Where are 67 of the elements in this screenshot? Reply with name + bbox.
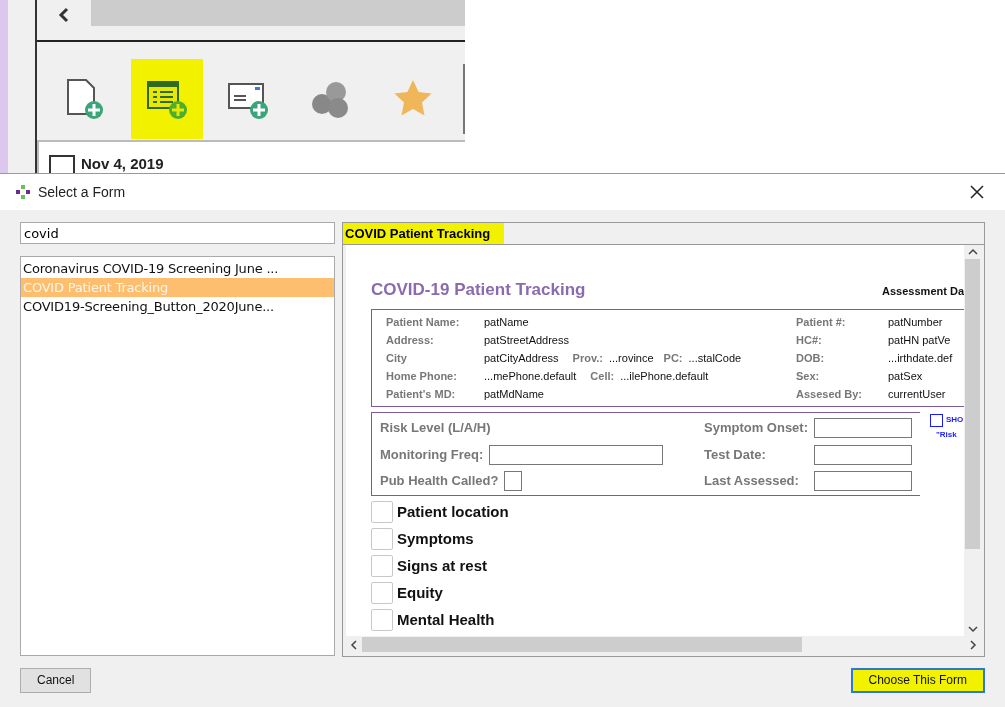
field-label: Sex: [796, 369, 821, 385]
monitoring-field[interactable] [489, 444, 664, 465]
field-label: Patient's MD: [386, 387, 457, 403]
date-label: Symptom Onset: [704, 418, 808, 437]
section-label: Symptoms [397, 529, 474, 548]
section-label: Signs at rest [397, 556, 488, 575]
section-checkbox[interactable] [371, 554, 393, 577]
choose-form-button[interactable]: Choose This Form [850, 667, 985, 693]
date-label: Last Assessed: [704, 471, 800, 490]
close-icon [970, 185, 984, 199]
field-value: ...stalCode [688, 351, 742, 367]
assessment-date-label: Assessment Da [882, 284, 964, 299]
field-value: ...ilePhone.default [620, 369, 709, 385]
field-label: HC#: [796, 333, 823, 349]
section-checkbox[interactable] [371, 581, 393, 604]
toolbar-button[interactable] [131, 58, 203, 139]
vertical-scrollbar[interactable] [964, 245, 981, 636]
field-value: ...irthdate.def [888, 351, 954, 367]
field-value: patNumber [888, 315, 944, 331]
pub-health-label: Pub Health Called? [380, 471, 499, 490]
field-label: DOB: [796, 351, 826, 367]
field-value: currentUser [888, 387, 947, 403]
field-label: Cell: [590, 369, 615, 385]
date-field[interactable] [814, 444, 912, 465]
field-label: Address: [386, 333, 435, 349]
field-label: Prov.: [572, 351, 603, 367]
side-checkbox-label: SHO [946, 414, 964, 426]
field-label: PC: [663, 351, 683, 367]
field-value: patName [484, 315, 529, 331]
field-value: patSex [888, 369, 924, 385]
field-value: patStreetAddress [484, 333, 569, 349]
dialog-title: Select a Form [38, 182, 127, 202]
date-label: Test Date: [704, 445, 767, 464]
section-label: Equity [397, 583, 443, 602]
section-label: Mental Health [397, 610, 495, 629]
section-checkbox[interactable] [371, 500, 393, 523]
field-value: ...mePhone.default [484, 369, 577, 385]
field-label: Assesed By: [796, 387, 864, 403]
date-field[interactable] [814, 417, 912, 438]
form-list-item[interactable]: COVID19-Screening_Button_2020June... [21, 297, 334, 316]
cancel-button[interactable]: Cancel [20, 667, 92, 693]
section-checkbox[interactable] [371, 527, 393, 550]
search-field[interactable]: covid [20, 222, 335, 244]
section-label: Patient location [397, 502, 509, 521]
field-label: Patient Name: [386, 315, 461, 331]
risk-level-label: Risk Level (L/A/H) [380, 418, 492, 437]
section-checkbox[interactable] [371, 608, 393, 631]
field-value: patMdName [484, 387, 544, 403]
monitoring-label: Monitoring Freq: [380, 445, 484, 464]
date-field[interactable] [814, 470, 912, 491]
pub-health-checkbox[interactable] [504, 470, 523, 491]
risk-note: "Risk [935, 428, 958, 441]
app-logo-icon [16, 185, 30, 199]
field-value: patCityAddress [484, 351, 559, 367]
date-heading: Nov 4, 2019 [81, 155, 164, 173]
form-list-item[interactable]: Coronavirus COVID-19 Screening June ... [21, 259, 334, 278]
field-value: patHN patVe [888, 333, 952, 349]
field-label: Home Phone: [386, 369, 458, 385]
horizontal-scrollbar[interactable] [346, 636, 981, 653]
side-checkbox[interactable] [930, 413, 943, 427]
field-label: Patient #: [796, 315, 847, 331]
form-title: COVID-19 Patient Tracking [371, 279, 587, 301]
preview-tab[interactable]: COVID Patient Tracking [343, 223, 505, 244]
field-value: ...rovince [608, 351, 654, 367]
field-label: City [386, 351, 408, 367]
row-checkbox[interactable] [49, 155, 75, 173]
chevron-left-icon [58, 7, 70, 23]
